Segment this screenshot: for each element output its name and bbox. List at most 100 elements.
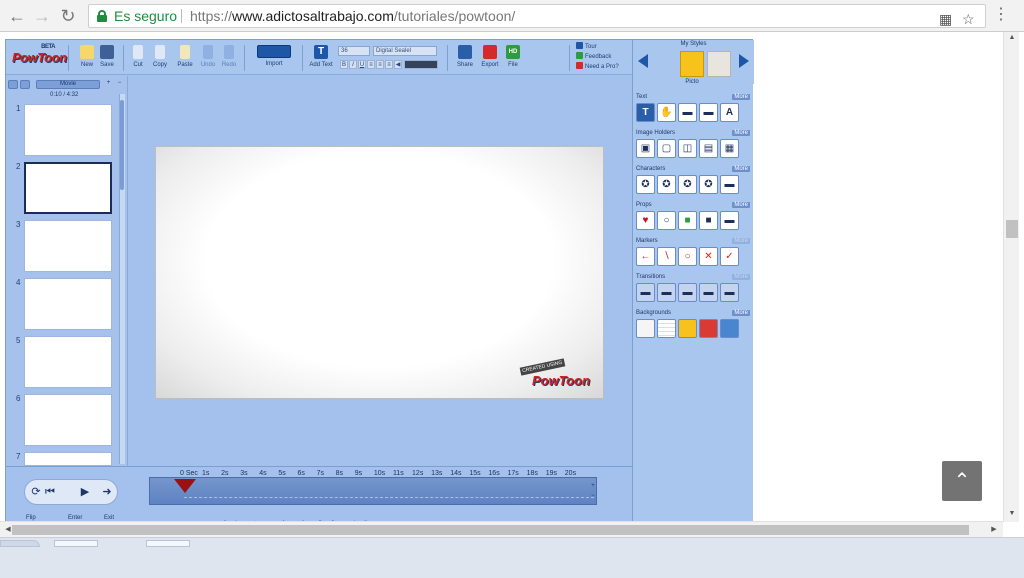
style-sketch[interactable] (707, 51, 731, 77)
tour-link[interactable]: Tour (576, 42, 619, 52)
slide-canvas[interactable]: CREATED USING PowToon (155, 146, 604, 399)
scroll-down-icon[interactable]: ▼ (1004, 510, 1020, 517)
slide-thumbnail[interactable] (24, 104, 112, 156)
text-item[interactable]: A (720, 103, 739, 122)
font-size-select[interactable]: 36 (338, 46, 370, 56)
lightbulb-icon[interactable]: ○ (657, 211, 676, 230)
briefcase-icon[interactable]: ■ (699, 211, 718, 230)
text-item[interactable]: ✋ (657, 103, 676, 122)
align-right-icon[interactable]: ≡ (385, 60, 393, 69)
heart-icon[interactable]: ♥ (636, 211, 655, 230)
need-pro-link[interactable]: Need a Pro? (576, 62, 619, 72)
slides-scrollbar-thumb[interactable] (120, 100, 124, 190)
transition-item[interactable]: ▬ (720, 283, 739, 302)
bookmark-star-icon[interactable]: ☆ (962, 8, 975, 30)
timeline-zoom[interactable]: + − (589, 481, 597, 501)
styles-prev-icon[interactable] (638, 54, 648, 68)
style-picto[interactable] (680, 51, 704, 77)
line-marker-icon[interactable]: ∖ (657, 247, 676, 266)
scroll-up-icon[interactable]: ▲ (1004, 34, 1020, 41)
import-button[interactable]: Import (252, 45, 296, 73)
slide-thumbnail[interactable] (24, 452, 112, 466)
character-item[interactable]: ✪ (636, 175, 655, 194)
timeline-track[interactable] (149, 477, 597, 505)
text-item[interactable]: T (636, 103, 655, 122)
more-button[interactable]: More (732, 202, 750, 208)
play-icon[interactable]: ▶ (77, 484, 93, 500)
remove-slide-button[interactable]: − (115, 80, 124, 89)
more-button[interactable]: More (732, 238, 750, 244)
slide-thumbnail[interactable] (24, 220, 112, 272)
check-marker-icon[interactable]: ✓ (720, 247, 739, 266)
browser-menu-icon[interactable]: ⋮ (993, 6, 1009, 24)
redo-button[interactable]: Redo (220, 45, 238, 73)
circle-marker-icon[interactable]: ○ (678, 247, 697, 266)
character-item[interactable]: ✪ (678, 175, 697, 194)
back-arrow-icon[interactable]: ← (6, 5, 28, 27)
transition-item[interactable]: ▬ (657, 283, 676, 302)
add-slide-button[interactable]: + (104, 80, 113, 89)
tv-icon[interactable]: ◫ (678, 139, 697, 158)
transition-item[interactable]: ▬ (678, 283, 697, 302)
cross-marker-icon[interactable]: ✕ (699, 247, 718, 266)
new-button[interactable]: New (78, 45, 96, 73)
text-item[interactable]: ▬ (678, 103, 697, 122)
address-bar[interactable]: Es seguro https://www.adictosaltrabajo.c… (88, 4, 986, 28)
slide-thumbnail[interactable] (24, 394, 112, 446)
character-item[interactable]: ▬ (720, 175, 739, 194)
forward-arrow-icon[interactable]: → (31, 5, 53, 27)
undo-button[interactable]: Undo (199, 45, 217, 73)
cut-button[interactable]: Cut (130, 45, 146, 73)
scroll-right-icon[interactable]: ▶ (986, 525, 1002, 533)
slide-thumbnail[interactable] (24, 336, 112, 388)
playhead-marker[interactable] (174, 479, 196, 493)
add-text-button[interactable]: T Add Text (306, 45, 336, 73)
slides-view-icon[interactable] (8, 80, 18, 89)
paste-button[interactable]: Paste (175, 45, 195, 73)
transition-item[interactable]: ▬ (699, 283, 718, 302)
laptop-icon[interactable]: ▤ (699, 139, 718, 158)
horizontal-scrollbar-thumb[interactable] (12, 525, 969, 535)
vertical-scrollbar[interactable]: ▲ ▼ (1003, 32, 1019, 522)
align-center-icon[interactable]: ≡ (376, 60, 384, 69)
save-button[interactable]: Save (98, 45, 116, 73)
text-item[interactable]: ▬ (699, 103, 718, 122)
more-button[interactable]: More (732, 310, 750, 316)
more-button[interactable]: More (732, 274, 750, 280)
copy-button[interactable]: Copy (151, 45, 169, 73)
background-swatch[interactable] (699, 319, 718, 338)
character-item[interactable]: ✪ (657, 175, 676, 194)
image-holder-item[interactable]: ▣ (636, 139, 655, 158)
rewind-icon[interactable]: ⏮ (42, 484, 58, 500)
background-swatch[interactable] (720, 319, 739, 338)
horizontal-scrollbar[interactable]: ◀ ▶ (0, 521, 1003, 537)
slides-grid-icon[interactable] (20, 80, 30, 89)
text-color-swatch[interactable] (404, 60, 438, 69)
blocked-content-icon[interactable]: ▦ (939, 8, 952, 30)
styles-next-icon[interactable] (739, 54, 749, 68)
slide-thumbnail[interactable] (24, 278, 112, 330)
prop-item[interactable]: ▬ (720, 211, 739, 230)
background-swatch[interactable] (657, 319, 676, 338)
vertical-scrollbar-thumb[interactable] (1006, 220, 1018, 238)
feedback-link[interactable]: Feedback (576, 52, 619, 62)
image-holder-item[interactable]: ▢ (657, 139, 676, 158)
taskbar-item[interactable] (54, 540, 98, 547)
arrow-marker-icon[interactable]: ← (636, 247, 655, 266)
reload-icon[interactable]: ↻ (57, 5, 79, 27)
underline-button[interactable]: U (358, 60, 366, 69)
background-swatch[interactable] (636, 319, 655, 338)
money-icon[interactable]: ■ (678, 211, 697, 230)
italic-button[interactable]: I (349, 60, 357, 69)
align-left-icon[interactable]: ≡ (367, 60, 375, 69)
export-button[interactable]: Export (478, 45, 502, 73)
taskbar-item[interactable] (146, 540, 190, 547)
forward-icon[interactable]: ➜ (99, 484, 115, 500)
file-button[interactable]: HD File (504, 45, 522, 73)
transition-item[interactable]: ▬ (636, 283, 655, 302)
share-button[interactable]: Share (454, 45, 476, 73)
character-item[interactable]: ✪ (699, 175, 718, 194)
monitor-icon[interactable]: ▦ (720, 139, 739, 158)
more-button[interactable]: More (732, 94, 750, 100)
tab-movie[interactable]: Movie (36, 80, 100, 89)
